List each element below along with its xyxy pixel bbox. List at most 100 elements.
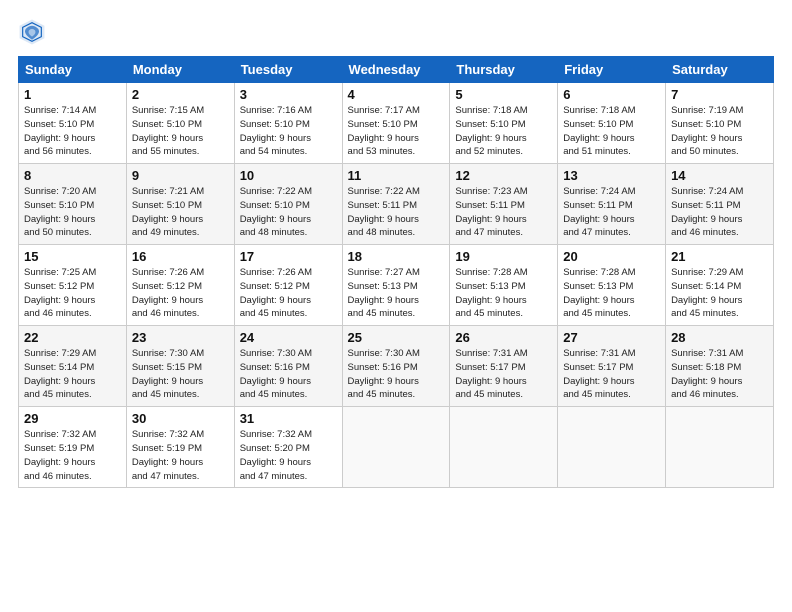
day-info-19: Sunrise: 7:28 AMSunset: 5:13 PMDaylight:… (455, 266, 552, 321)
day-cell-30: 30Sunrise: 7:32 AMSunset: 5:19 PMDayligh… (126, 407, 234, 488)
day-cell-23: 23 Sunrise: 7:30 AMSunset: 5:15 PMDayligh… (126, 326, 234, 407)
day-cell-14: 14 Sunrise: 7:24 AMSunset: 5:11 PMDayligh… (666, 164, 774, 245)
day-info-25: Sunrise: 7:30 AMSunset: 5:16 PMDaylight:… (348, 347, 445, 402)
day-number-11: 11 (348, 168, 445, 183)
empty-cell (342, 407, 450, 488)
empty-cell (666, 407, 774, 488)
day-number-23: 23 (132, 330, 229, 345)
generalblue-logo-icon (18, 18, 46, 46)
logo (18, 18, 48, 46)
day-cell-5: 5 Sunrise: 7:18 AMSunset: 5:10 PMDaylight… (450, 83, 558, 164)
day-number-9: 9 (132, 168, 229, 183)
day-number-18: 18 (348, 249, 445, 264)
day-info-12: Sunrise: 7:23 AMSunset: 5:11 PMDaylight:… (455, 185, 552, 240)
day-cell-3: 3 Sunrise: 7:16 AMSunset: 5:10 PMDaylight… (234, 83, 342, 164)
dow-header-friday: Friday (558, 57, 666, 83)
day-cell-13: 13 Sunrise: 7:24 AMSunset: 5:11 PMDayligh… (558, 164, 666, 245)
day-cell-24: 24 Sunrise: 7:30 AMSunset: 5:16 PMDayligh… (234, 326, 342, 407)
day-cell-9: 9 Sunrise: 7:21 AMSunset: 5:10 PMDaylight… (126, 164, 234, 245)
day-cell-22: 22 Sunrise: 7:29 AMSunset: 5:14 PMDayligh… (19, 326, 127, 407)
day-number-30: 30 (132, 411, 229, 426)
page: SundayMondayTuesdayWednesdayThursdayFrid… (0, 0, 792, 612)
day-cell-26: 26 Sunrise: 7:31 AMSunset: 5:17 PMDayligh… (450, 326, 558, 407)
dow-header-monday: Monday (126, 57, 234, 83)
calendar-body: 1Sunrise: 7:14 AMSunset: 5:10 PMDaylight… (19, 83, 774, 488)
day-number-5: 5 (455, 87, 552, 102)
day-info-20: Sunrise: 7:28 AMSunset: 5:13 PMDaylight:… (563, 266, 660, 321)
day-cell-31: 31 Sunrise: 7:32 AMSunset: 5:20 PMDayligh… (234, 407, 342, 488)
day-cell-11: 11 Sunrise: 7:22 AMSunset: 5:11 PMDayligh… (342, 164, 450, 245)
day-info-7: Sunrise: 7:19 AMSunset: 5:10 PMDaylight:… (671, 104, 768, 159)
calendar-table: SundayMondayTuesdayWednesdayThursdayFrid… (18, 56, 774, 488)
empty-cell (558, 407, 666, 488)
day-info-10: Sunrise: 7:22 AMSunset: 5:10 PMDaylight:… (240, 185, 337, 240)
day-cell-1: 1Sunrise: 7:14 AMSunset: 5:10 PMDaylight… (19, 83, 127, 164)
day-number-16: 16 (132, 249, 229, 264)
day-cell-19: 19 Sunrise: 7:28 AMSunset: 5:13 PMDayligh… (450, 245, 558, 326)
day-info-28: Sunrise: 7:31 AMSunset: 5:18 PMDaylight:… (671, 347, 768, 402)
day-info-4: Sunrise: 7:17 AMSunset: 5:10 PMDaylight:… (348, 104, 445, 159)
day-info-26: Sunrise: 7:31 AMSunset: 5:17 PMDaylight:… (455, 347, 552, 402)
day-cell-15: 15Sunrise: 7:25 AMSunset: 5:12 PMDayligh… (19, 245, 127, 326)
day-number-13: 13 (563, 168, 660, 183)
day-info-18: Sunrise: 7:27 AMSunset: 5:13 PMDaylight:… (348, 266, 445, 321)
day-cell-16: 16 Sunrise: 7:26 AMSunset: 5:12 PMDayligh… (126, 245, 234, 326)
day-cell-17: 17 Sunrise: 7:26 AMSunset: 5:12 PMDayligh… (234, 245, 342, 326)
day-number-7: 7 (671, 87, 768, 102)
day-number-22: 22 (24, 330, 121, 345)
day-cell-29: 29 Sunrise: 7:32 AMSunset: 5:19 PMDayligh… (19, 407, 127, 488)
day-number-27: 27 (563, 330, 660, 345)
day-info-17: Sunrise: 7:26 AMSunset: 5:12 PMDaylight:… (240, 266, 337, 321)
day-info-1: Sunrise: 7:14 AMSunset: 5:10 PMDaylight:… (24, 104, 121, 159)
day-info-23: Sunrise: 7:30 AMSunset: 5:15 PMDaylight:… (132, 347, 229, 402)
dow-header-thursday: Thursday (450, 57, 558, 83)
day-info-14: Sunrise: 7:24 AMSunset: 5:11 PMDaylight:… (671, 185, 768, 240)
day-cell-27: 27Sunrise: 7:31 AMSunset: 5:17 PMDayligh… (558, 326, 666, 407)
day-info-11: Sunrise: 7:22 AMSunset: 5:11 PMDaylight:… (348, 185, 445, 240)
day-cell-25: 25 Sunrise: 7:30 AMSunset: 5:16 PMDayligh… (342, 326, 450, 407)
day-info-29: Sunrise: 7:32 AMSunset: 5:19 PMDaylight:… (24, 428, 121, 483)
day-number-12: 12 (455, 168, 552, 183)
day-cell-18: 18 Sunrise: 7:27 AMSunset: 5:13 PMDayligh… (342, 245, 450, 326)
header (18, 18, 774, 46)
day-number-21: 21 (671, 249, 768, 264)
day-cell-20: 20 Sunrise: 7:28 AMSunset: 5:13 PMDayligh… (558, 245, 666, 326)
day-info-31: Sunrise: 7:32 AMSunset: 5:20 PMDaylight:… (240, 428, 337, 483)
day-info-6: Sunrise: 7:18 AMSunset: 5:10 PMDaylight:… (563, 104, 660, 159)
day-number-19: 19 (455, 249, 552, 264)
day-info-3: Sunrise: 7:16 AMSunset: 5:10 PMDaylight:… (240, 104, 337, 159)
day-info-9: Sunrise: 7:21 AMSunset: 5:10 PMDaylight:… (132, 185, 229, 240)
week-row-3: 15Sunrise: 7:25 AMSunset: 5:12 PMDayligh… (19, 245, 774, 326)
dow-header-tuesday: Tuesday (234, 57, 342, 83)
day-cell-8: 8Sunrise: 7:20 AMSunset: 5:10 PMDaylight… (19, 164, 127, 245)
dow-header-wednesday: Wednesday (342, 57, 450, 83)
day-info-16: Sunrise: 7:26 AMSunset: 5:12 PMDaylight:… (132, 266, 229, 321)
day-number-28: 28 (671, 330, 768, 345)
day-number-17: 17 (240, 249, 337, 264)
day-cell-21: 21Sunrise: 7:29 AMSunset: 5:14 PMDayligh… (666, 245, 774, 326)
day-cell-2: 2Sunrise: 7:15 AMSunset: 5:10 PMDaylight… (126, 83, 234, 164)
day-info-22: Sunrise: 7:29 AMSunset: 5:14 PMDaylight:… (24, 347, 121, 402)
day-number-31: 31 (240, 411, 337, 426)
day-info-13: Sunrise: 7:24 AMSunset: 5:11 PMDaylight:… (563, 185, 660, 240)
day-number-4: 4 (348, 87, 445, 102)
day-info-24: Sunrise: 7:30 AMSunset: 5:16 PMDaylight:… (240, 347, 337, 402)
week-row-2: 8Sunrise: 7:20 AMSunset: 5:10 PMDaylight… (19, 164, 774, 245)
day-number-3: 3 (240, 87, 337, 102)
day-number-29: 29 (24, 411, 121, 426)
week-row-5: 29 Sunrise: 7:32 AMSunset: 5:19 PMDayligh… (19, 407, 774, 488)
day-info-15: Sunrise: 7:25 AMSunset: 5:12 PMDaylight:… (24, 266, 121, 321)
day-number-10: 10 (240, 168, 337, 183)
day-number-14: 14 (671, 168, 768, 183)
week-row-4: 22 Sunrise: 7:29 AMSunset: 5:14 PMDayligh… (19, 326, 774, 407)
day-number-25: 25 (348, 330, 445, 345)
day-info-5: Sunrise: 7:18 AMSunset: 5:10 PMDaylight:… (455, 104, 552, 159)
day-cell-4: 4 Sunrise: 7:17 AMSunset: 5:10 PMDaylight… (342, 83, 450, 164)
day-number-26: 26 (455, 330, 552, 345)
day-number-20: 20 (563, 249, 660, 264)
empty-cell (450, 407, 558, 488)
day-cell-12: 12 Sunrise: 7:23 AMSunset: 5:11 PMDayligh… (450, 164, 558, 245)
day-number-24: 24 (240, 330, 337, 345)
day-cell-7: 7 Sunrise: 7:19 AMSunset: 5:10 PMDaylight… (666, 83, 774, 164)
day-info-8: Sunrise: 7:20 AMSunset: 5:10 PMDaylight:… (24, 185, 121, 240)
